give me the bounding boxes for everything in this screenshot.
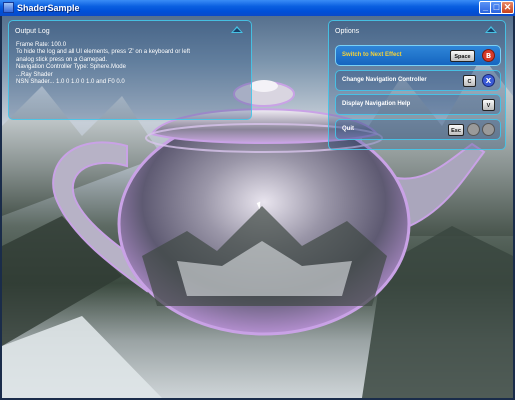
option-label: Change Navigation Controller [342, 77, 427, 83]
collapse-options-icon[interactable] [485, 26, 497, 33]
option-change-navigation[interactable]: Change Navigation Controller C X [335, 70, 501, 91]
log-line: Navigation Controller Type: Sphere.Mode [16, 64, 126, 71]
option-label: Quit [342, 126, 354, 132]
option-label: Switch to Next Effect [342, 52, 402, 58]
app-window: ShaderSample _ □ ✕ Output Log Frame Rate… [0, 0, 515, 400]
gamepad-x-button-icon: X [482, 74, 495, 87]
option-label: Display Navigation Help [342, 101, 411, 107]
render-viewport[interactable]: Output Log Frame Rate: 100.0 To hide the… [2, 16, 513, 398]
option-switch-effect[interactable]: Switch to Next Effect Space B [335, 45, 501, 66]
log-line: ...Ray Shader [16, 71, 53, 78]
window-title: ShaderSample [17, 3, 80, 13]
v-key-icon: V [482, 99, 495, 111]
esc-key-icon: Esc [448, 124, 464, 136]
option-display-help[interactable]: Display Navigation Help V [335, 94, 501, 115]
log-line: Frame Rate: 100.0 [16, 42, 67, 48]
space-key-icon: Space [450, 50, 475, 62]
gamepad-back-button-icon [467, 123, 480, 136]
option-quit[interactable]: Quit Esc [335, 119, 501, 140]
log-line: NSN Shader... 1.0 0 1.0 0 1.0 and F0 0.0 [16, 79, 125, 86]
options-title: Options [335, 28, 360, 35]
app-icon [3, 2, 14, 13]
log-line: To hide the log and all UI elements, pre… [16, 49, 191, 56]
close-button[interactable]: ✕ [501, 1, 514, 14]
output-log-title: Output Log [15, 28, 50, 35]
output-log-text: Frame Rate: 100.0 To hide the log and al… [16, 42, 246, 86]
c-key-icon: C [463, 75, 476, 87]
gamepad-start-button-icon [482, 123, 495, 136]
collapse-log-icon[interactable] [231, 26, 243, 33]
gamepad-b-button-icon: B [482, 49, 495, 62]
title-bar[interactable]: ShaderSample _ □ ✕ [0, 0, 515, 16]
log-line: analog stick press on a Gamepad. [16, 56, 108, 63]
